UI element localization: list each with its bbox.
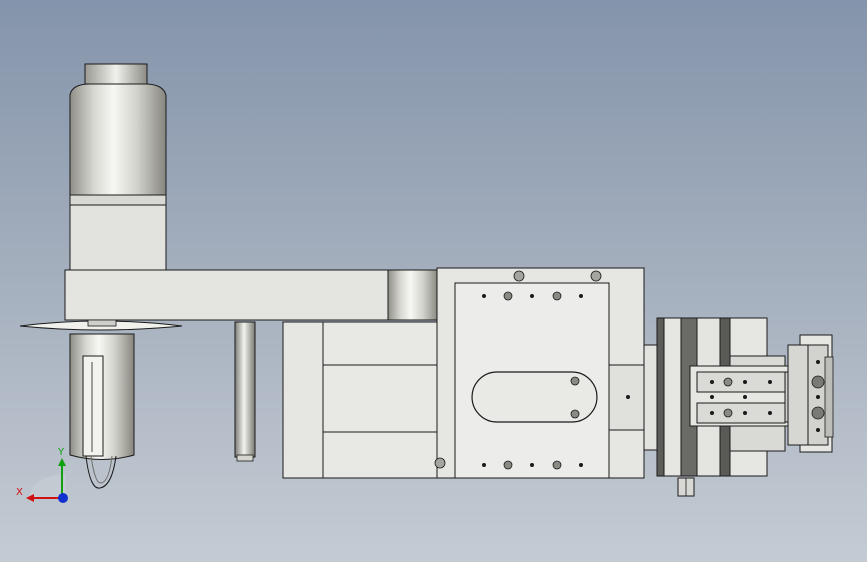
orientation-triad: X Y	[16, 447, 68, 503]
z-axis-dot	[58, 493, 68, 503]
cad-viewport[interactable]: X Y	[0, 0, 867, 562]
x-axis-label: X	[16, 487, 23, 498]
y-axis-label: Y	[57, 447, 65, 458]
